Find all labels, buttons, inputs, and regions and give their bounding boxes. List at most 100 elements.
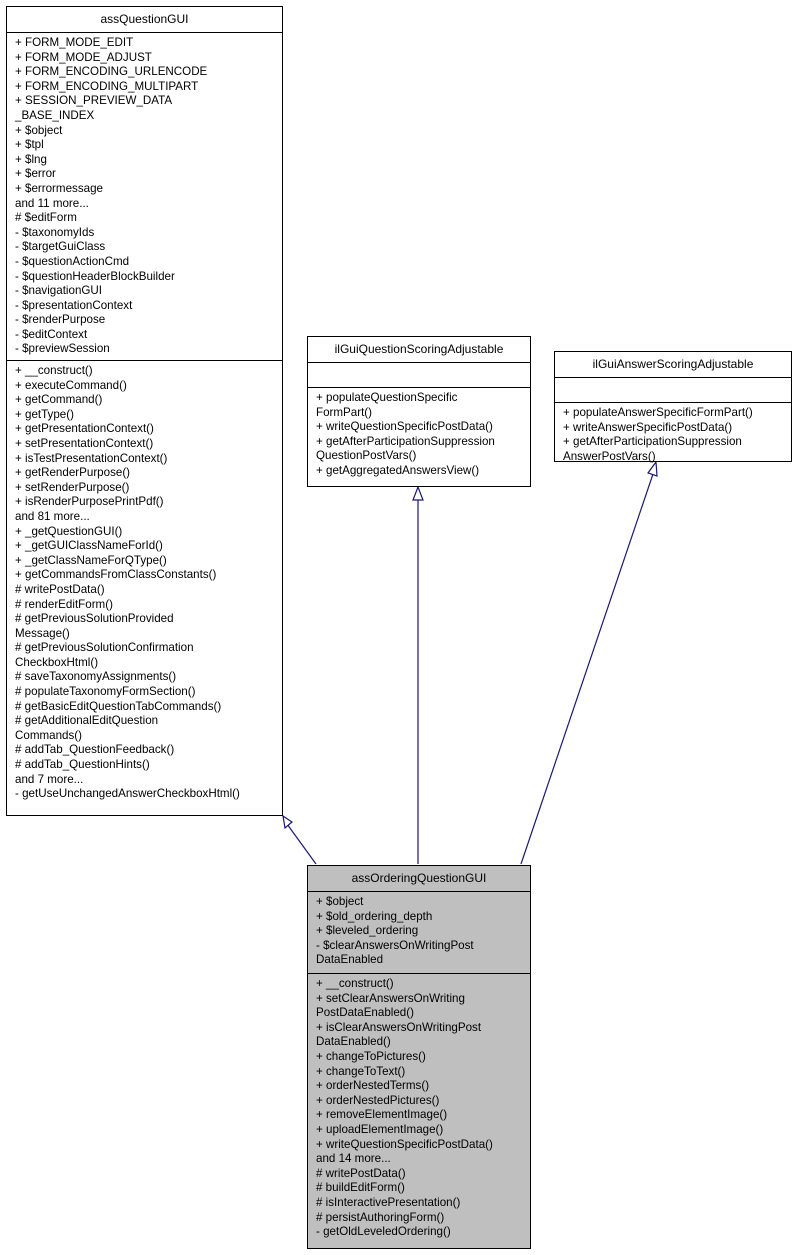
class-member[interactable]: # renderEditForm() <box>15 598 278 613</box>
class-member[interactable]: + FORM_ENCODING_URLENCODE <box>15 65 278 80</box>
methods-section: + populateQuestionSpecific FormPart() + wr… <box>308 388 530 482</box>
edge-ordering-to-base <box>286 823 317 865</box>
class-member[interactable]: + setPresentationContext() <box>15 437 278 452</box>
class-member[interactable]: + _getGUIClassNameForId() <box>15 539 278 554</box>
attributes-section <box>308 363 530 388</box>
class-member[interactable]: + _getClassNameForQType() <box>15 554 278 569</box>
class-member[interactable]: # populateTaxonomyFormSection() <box>15 685 278 700</box>
class-member[interactable]: - $taxonomyIds <box>15 226 278 241</box>
class-member[interactable]: + FORM_ENCODING_MULTIPART <box>15 80 278 95</box>
class-member[interactable]: # $editForm <box>15 211 278 226</box>
class-member[interactable]: # getPreviousSolutionConfirmation <box>15 641 278 656</box>
class-member[interactable]: # getAdditionalEditQuestion <box>15 714 278 729</box>
class-member[interactable]: - $presentationContext <box>15 299 278 314</box>
class-member[interactable]: + getCommand() <box>15 393 278 408</box>
class-member[interactable]: + __construct() <box>15 364 278 379</box>
class-member[interactable]: DataEnabled <box>316 953 526 968</box>
inheritance-arrowhead-icon <box>282 814 293 830</box>
class-member[interactable]: + executeCommand() <box>15 379 278 394</box>
class-member[interactable]: + writeQuestionSpecificPostData() <box>316 420 526 435</box>
class-member[interactable]: - getOldLeveledOrdering() <box>316 1225 526 1240</box>
class-member[interactable]: # isInteractivePresentation() <box>316 1196 526 1211</box>
class-member[interactable]: FormPart() <box>316 406 526 421</box>
class-box-ilguianswerscoringadjustable[interactable]: ilGuiAnswerScoringAdjustable + populateA… <box>554 351 792 463</box>
class-member[interactable]: and 81 more... <box>15 510 278 525</box>
class-member[interactable]: + $errormessage <box>15 182 278 197</box>
class-member[interactable]: + populateAnswerSpecificFormPart() <box>563 406 787 421</box>
class-member[interactable]: # buildEditForm() <box>316 1181 526 1196</box>
class-member[interactable]: + isRenderPurposePrintPdf() <box>15 495 278 510</box>
class-member[interactable]: + __construct() <box>316 977 526 992</box>
class-member[interactable]: + changeToText() <box>316 1065 526 1080</box>
class-member[interactable]: + writeQuestionSpecificPostData() <box>316 1138 526 1153</box>
class-member[interactable]: + $error <box>15 167 278 182</box>
class-member[interactable]: and 11 more... <box>15 197 278 212</box>
class-member[interactable]: + getAggregatedAnswersView() <box>316 464 526 479</box>
class-member[interactable]: + SESSION_PREVIEW_DATA <box>15 94 278 109</box>
class-member[interactable]: + FORM_MODE_ADJUST <box>15 51 278 66</box>
attributes-section: + $object + $old_ordering_depth + $leveled… <box>308 892 530 974</box>
class-member[interactable]: + getCommandsFromClassConstants() <box>15 568 278 583</box>
class-member[interactable]: AnswerPostVars() <box>563 450 787 465</box>
class-member[interactable]: - $questionActionCmd <box>15 255 278 270</box>
class-member[interactable]: and 14 more... <box>316 1152 526 1167</box>
class-member[interactable]: - $editContext <box>15 328 278 343</box>
class-member[interactable]: - $renderPurpose <box>15 313 278 328</box>
methods-section: + __construct() + setClearAnswersOnWritin… <box>308 974 530 1243</box>
class-member[interactable]: + removeElementImage() <box>316 1108 526 1123</box>
class-member[interactable]: CheckboxHtml() <box>15 656 278 671</box>
class-member[interactable]: # getBasicEditQuestionTabCommands() <box>15 700 278 715</box>
class-member[interactable]: + getRenderPurpose() <box>15 466 278 481</box>
class-member[interactable]: + orderNestedTerms() <box>316 1079 526 1094</box>
class-member[interactable]: Message() <box>15 627 278 642</box>
class-member[interactable]: # getPreviousSolutionProvided <box>15 612 278 627</box>
class-member[interactable]: # saveTaxonomyAssignments() <box>15 670 278 685</box>
class-member[interactable]: # addTab_QuestionFeedback() <box>15 743 278 758</box>
class-member[interactable]: + $object <box>316 895 526 910</box>
class-member[interactable]: _BASE_INDEX <box>15 109 278 124</box>
class-member[interactable]: and 7 more... <box>15 773 278 788</box>
class-member[interactable]: + $object <box>15 124 278 139</box>
class-member[interactable]: + $tpl <box>15 138 278 153</box>
class-member[interactable]: - getUseUnchangedAnswerCheckboxHtml() <box>15 787 278 802</box>
class-member[interactable]: # writePostData() <box>15 583 278 598</box>
class-member[interactable]: + changeToPictures() <box>316 1050 526 1065</box>
class-member[interactable]: - $clearAnswersOnWritingPost <box>316 939 526 954</box>
class-member[interactable]: + getAfterParticipationSuppression <box>316 435 526 450</box>
class-member[interactable]: - $navigationGUI <box>15 284 278 299</box>
class-member[interactable]: + $lng <box>15 153 278 168</box>
class-member[interactable]: # persistAuthoringForm() <box>316 1211 526 1226</box>
inheritance-arrowhead-icon <box>412 485 424 501</box>
class-member[interactable]: + writeAnswerSpecificPostData() <box>563 421 787 436</box>
class-member[interactable]: # addTab_QuestionHints() <box>15 758 278 773</box>
class-member[interactable]: Commands() <box>15 729 278 744</box>
edge-ordering-to-answer-scoring <box>520 473 654 865</box>
class-title: ilGuiAnswerScoringAdjustable <box>555 352 791 378</box>
class-box-assorderingquestiongui[interactable]: assOrderingQuestionGUI + $object + $old_o… <box>307 865 531 1249</box>
class-member[interactable]: + FORM_MODE_EDIT <box>15 36 278 51</box>
class-member[interactable]: + setClearAnswersOnWriting <box>316 992 526 1007</box>
class-member[interactable]: + orderNestedPictures() <box>316 1094 526 1109</box>
class-box-ilguiquestionscoringadjustable[interactable]: ilGuiQuestionScoringAdjustable + populat… <box>307 336 531 487</box>
methods-section: + __construct() + executeCommand() + getCo… <box>7 361 282 805</box>
class-member[interactable]: + isTestPresentationContext() <box>15 452 278 467</box>
class-member[interactable]: + getPresentationContext() <box>15 422 278 437</box>
class-member[interactable]: PostDataEnabled() <box>316 1006 526 1021</box>
class-member[interactable]: + uploadElementImage() <box>316 1123 526 1138</box>
class-member[interactable]: + $leveled_ordering <box>316 924 526 939</box>
class-member[interactable]: + _getQuestionGUI() <box>15 525 278 540</box>
methods-section: + populateAnswerSpecificFormPart() + writ… <box>555 403 791 467</box>
class-member[interactable]: # writePostData() <box>316 1167 526 1182</box>
class-member[interactable]: + getType() <box>15 408 278 423</box>
class-box-assquestiongui[interactable]: assQuestionGUI + FORM_MODE_EDIT + FORM_MO… <box>6 6 283 816</box>
class-member[interactable]: + setRenderPurpose() <box>15 481 278 496</box>
class-member[interactable]: - $targetGuiClass <box>15 240 278 255</box>
class-member[interactable]: - $previewSession <box>15 342 278 357</box>
class-member[interactable]: + isClearAnswersOnWritingPost <box>316 1021 526 1036</box>
class-member[interactable]: + $old_ordering_depth <box>316 910 526 925</box>
class-member[interactable]: DataEnabled() <box>316 1035 526 1050</box>
class-member[interactable]: QuestionPostVars() <box>316 449 526 464</box>
class-member[interactable]: - $questionHeaderBlockBuilder <box>15 270 278 285</box>
class-member[interactable]: + getAfterParticipationSuppression <box>563 435 787 450</box>
class-member[interactable]: + populateQuestionSpecific <box>316 391 526 406</box>
